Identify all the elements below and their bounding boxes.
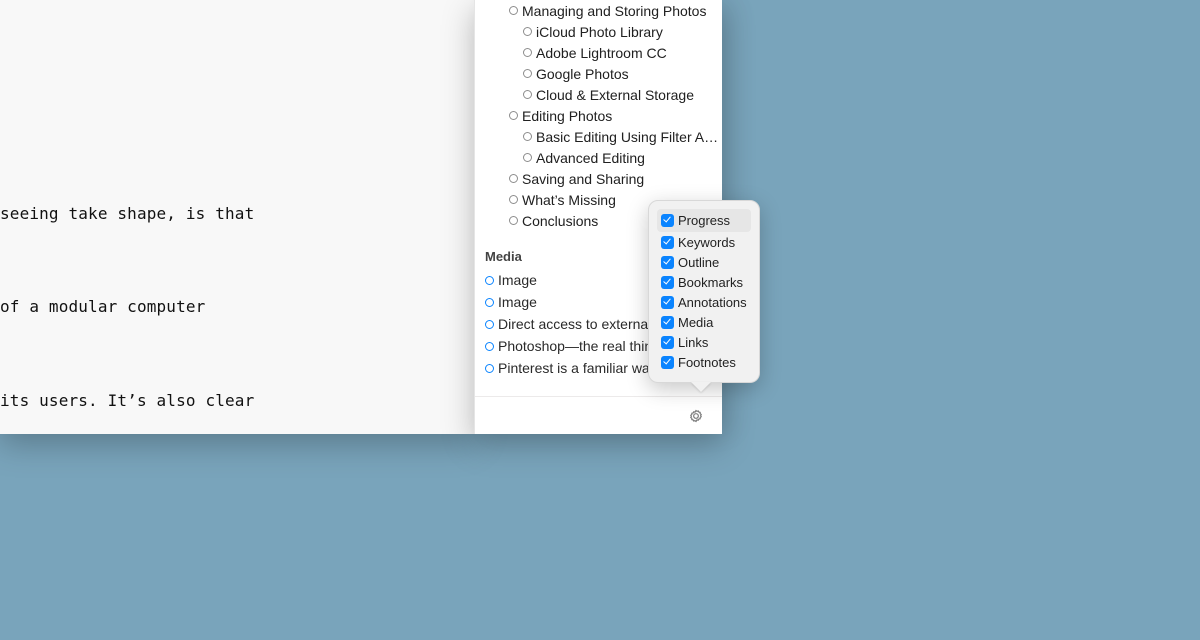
outline-label: Adobe Lightroom CC bbox=[536, 45, 667, 61]
outline-label: Editing Photos bbox=[522, 108, 612, 124]
circle-icon bbox=[523, 69, 532, 78]
outline-label: What’s Missing bbox=[522, 192, 616, 208]
popover-option-links[interactable]: Links bbox=[661, 332, 747, 352]
circle-icon bbox=[485, 364, 494, 373]
settings-popover: Progress Keywords Outline Bookmarks Anno… bbox=[648, 200, 760, 383]
checkbox-checked-icon[interactable] bbox=[661, 296, 674, 309]
outline-item[interactable]: Managing and Storing Photos bbox=[475, 0, 722, 21]
editor-line: of a modular computer bbox=[0, 291, 475, 322]
circle-icon bbox=[485, 276, 494, 285]
editor-pane[interactable]: seeing take shape, is that of a modular … bbox=[0, 0, 475, 434]
popover-option-progress[interactable]: Progress bbox=[657, 209, 751, 232]
popover-option-label: Progress bbox=[678, 213, 730, 228]
checkbox-checked-icon[interactable] bbox=[661, 256, 674, 269]
popover-option-label: Annotations bbox=[678, 295, 747, 310]
circle-icon bbox=[509, 216, 518, 225]
popover-option-keywords[interactable]: Keywords bbox=[661, 232, 747, 252]
outline-label: Google Photos bbox=[536, 66, 629, 82]
circle-icon bbox=[523, 90, 532, 99]
media-label: Image bbox=[498, 272, 537, 288]
editor-line: its users. It’s also clear bbox=[0, 385, 475, 416]
outline-item[interactable]: Adobe Lightroom CC bbox=[475, 42, 722, 63]
media-label: Photoshop—the real thing bbox=[498, 338, 660, 354]
outline-label: Advanced Editing bbox=[536, 150, 645, 166]
popover-option-label: Links bbox=[678, 335, 708, 350]
outline-label: Managing and Storing Photos bbox=[522, 3, 706, 19]
circle-icon bbox=[509, 195, 518, 204]
popover-option-outline[interactable]: Outline bbox=[661, 252, 747, 272]
outline-item[interactable]: Cloud & External Storage bbox=[475, 84, 722, 105]
outline-item[interactable]: iCloud Photo Library bbox=[475, 21, 722, 42]
sidebar-footer bbox=[475, 396, 722, 434]
editor-line: seeing take shape, is that bbox=[0, 198, 475, 229]
circle-icon bbox=[523, 132, 532, 141]
circle-icon bbox=[523, 27, 532, 36]
media-label: Direct access to external s bbox=[498, 316, 662, 332]
popover-option-annotations[interactable]: Annotations bbox=[661, 292, 747, 312]
circle-icon bbox=[485, 320, 494, 329]
outline-item[interactable]: Basic Editing Using Filter Apps bbox=[475, 126, 722, 147]
outline-list: Managing and Storing Photos iCloud Photo… bbox=[475, 0, 722, 231]
circle-icon bbox=[523, 48, 532, 57]
editor-paragraph: seeing take shape, is that of a modular … bbox=[0, 135, 475, 434]
popover-option-bookmarks[interactable]: Bookmarks bbox=[661, 272, 747, 292]
popover-option-label: Outline bbox=[678, 255, 719, 270]
checkbox-checked-icon[interactable] bbox=[661, 236, 674, 249]
gear-icon[interactable] bbox=[688, 408, 704, 424]
checkbox-checked-icon[interactable] bbox=[661, 336, 674, 349]
outline-item[interactable]: Editing Photos bbox=[475, 105, 722, 126]
popover-option-label: Media bbox=[678, 315, 713, 330]
circle-icon bbox=[485, 298, 494, 307]
circle-icon bbox=[509, 111, 518, 120]
media-label: Image bbox=[498, 294, 537, 310]
outline-label: Cloud & External Storage bbox=[536, 87, 694, 103]
outline-item[interactable]: Advanced Editing bbox=[475, 147, 722, 168]
popover-option-label: Keywords bbox=[678, 235, 735, 250]
checkbox-checked-icon[interactable] bbox=[661, 276, 674, 289]
popover-option-label: Bookmarks bbox=[678, 275, 743, 290]
circle-icon bbox=[485, 342, 494, 351]
outline-label: Saving and Sharing bbox=[522, 171, 644, 187]
popover-option-footnotes[interactable]: Footnotes bbox=[661, 352, 747, 372]
circle-icon bbox=[509, 174, 518, 183]
outline-item[interactable]: Saving and Sharing bbox=[475, 168, 722, 189]
circle-icon bbox=[509, 6, 518, 15]
checkbox-checked-icon[interactable] bbox=[661, 356, 674, 369]
checkbox-checked-icon[interactable] bbox=[661, 316, 674, 329]
outline-item[interactable]: Google Photos bbox=[475, 63, 722, 84]
outline-label: Basic Editing Using Filter Apps bbox=[536, 129, 722, 145]
checkbox-checked-icon[interactable] bbox=[661, 214, 674, 227]
popover-option-label: Footnotes bbox=[678, 355, 736, 370]
popover-option-media[interactable]: Media bbox=[661, 312, 747, 332]
outline-label: iCloud Photo Library bbox=[536, 24, 663, 40]
outline-label: Conclusions bbox=[522, 213, 598, 229]
circle-icon bbox=[523, 153, 532, 162]
